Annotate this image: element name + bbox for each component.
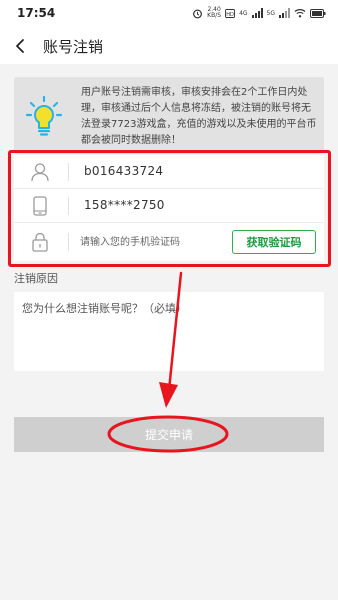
status-icons: 2.40 KB/S HD 4G 5G	[192, 6, 326, 20]
phone-value: 158****2750	[84, 198, 165, 212]
account-row: b016433724	[14, 155, 324, 189]
network-type-2: 5G	[266, 9, 275, 17]
code-row: 获取验证码	[14, 225, 324, 259]
notice-text: 用户账号注销需审核，审核安排会在2个工作日内处理，审核通过后个人信息将冻结，被注…	[81, 87, 317, 146]
svg-text:HD: HD	[226, 11, 234, 17]
wifi-icon	[294, 9, 306, 18]
lightbulb-icon	[26, 95, 62, 136]
hd-icon: HD	[225, 8, 236, 18]
lock-icon	[32, 232, 48, 252]
signal-icon	[251, 8, 263, 18]
title-bar: 账号注销	[0, 28, 338, 64]
phone-icon	[33, 196, 47, 216]
account-value: b016433724	[84, 164, 164, 178]
submit-button[interactable]: 提交申请	[14, 417, 324, 452]
network-speed: 2.40 KB/S	[207, 7, 221, 19]
status-bar: 17:54 2.40 KB/S HD 4G 5G	[0, 0, 338, 28]
account-form: b016433724 158****2750 获取验证码	[14, 155, 324, 261]
network-speed-unit: KB/S	[207, 12, 222, 19]
verification-code-input[interactable]	[80, 231, 228, 253]
row-divider	[68, 197, 69, 215]
signal-icon	[279, 8, 290, 18]
row-divider	[68, 163, 69, 181]
annotation-arrow-head	[159, 382, 178, 408]
user-icon	[31, 163, 49, 182]
alarm-icon	[193, 9, 203, 18]
battery-icon	[310, 8, 326, 18]
phone-row: 158****2750	[14, 189, 324, 223]
reason-label: 注销原因	[14, 272, 58, 285]
row-divider	[68, 233, 69, 251]
status-time: 17:54	[17, 6, 56, 20]
network-type-1: 4G	[239, 9, 248, 17]
chevron-left-icon	[16, 39, 24, 53]
notice-box: 用户账号注销需审核，审核安排会在2个工作日内处理，审核通过后个人信息将冻结，被注…	[14, 77, 324, 154]
get-code-button[interactable]: 获取验证码	[232, 230, 316, 254]
reason-textarea[interactable]	[14, 292, 324, 371]
back-button[interactable]	[6, 32, 34, 60]
page-title: 账号注销	[43, 38, 104, 56]
